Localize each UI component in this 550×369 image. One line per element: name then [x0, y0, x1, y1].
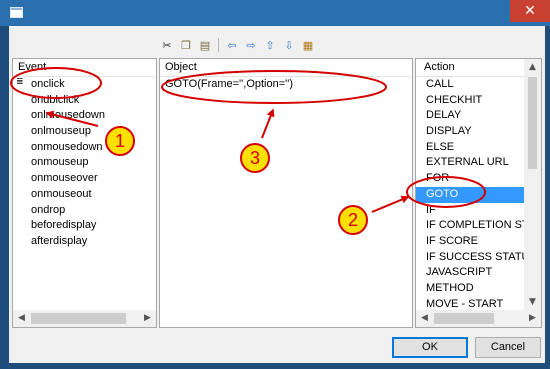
toolbar: ✂ ❐ ▤ ⇦ ⇨ ⇧ ⇩ ▦	[159, 36, 316, 54]
toolbar-separator	[218, 38, 219, 52]
action-item[interactable]: DELAY	[416, 108, 526, 124]
annotation-badge-3: 3	[240, 143, 270, 173]
copy-icon[interactable]: ❐	[178, 37, 194, 53]
event-item[interactable]: onlmousedown	[13, 108, 156, 124]
action-item[interactable]: ELSE	[416, 140, 526, 156]
event-item[interactable]: onmouseout	[13, 187, 156, 203]
arrow-right-icon[interactable]: ⇨	[243, 37, 259, 53]
action-vscrollbar[interactable]: ▲ ▼	[524, 59, 541, 311]
arrow-left-icon[interactable]: ⇦	[224, 37, 240, 53]
title-bar: ✕	[0, 0, 550, 26]
action-item[interactable]: JAVASCRIPT	[416, 265, 526, 281]
event-item[interactable]: onmouseup	[13, 155, 156, 171]
paste-icon[interactable]: ▤	[197, 37, 213, 53]
scroll-thumb[interactable]	[434, 313, 494, 324]
action-item[interactable]: IF SUCCESS STATUS	[416, 250, 537, 266]
scroll-right-icon[interactable]: ▶	[524, 310, 541, 327]
action-item[interactable]: CALL	[416, 77, 526, 93]
action-item[interactable]: FOR	[416, 171, 526, 187]
object-pane: Object GOTO(Frame='',Option='')	[159, 58, 413, 328]
action-pane-header: Action	[416, 59, 541, 77]
scroll-up-icon[interactable]: ▲	[524, 59, 541, 76]
scroll-left-icon[interactable]: ◀	[416, 310, 433, 327]
close-button[interactable]: ✕	[510, 0, 550, 22]
cut-icon[interactable]: ✂	[159, 37, 175, 53]
cancel-button[interactable]: Cancel	[475, 337, 541, 358]
action-item-selected[interactable]: GOTO	[416, 186, 526, 203]
annotation-badge-2: 2	[338, 205, 368, 235]
event-item[interactable]: ondblclick	[13, 93, 156, 109]
action-item[interactable]: IF COMPLETION STATUS	[416, 218, 541, 234]
action-item[interactable]: EXTERNAL URL	[416, 155, 526, 171]
annotation-badge-1: 1	[105, 126, 135, 156]
event-list-icon: ≣	[16, 77, 24, 87]
action-item[interactable]: IF SCORE	[416, 234, 526, 250]
event-item[interactable]: onclick	[13, 77, 156, 93]
action-pane: Action CALL CHECKHIT DELAY DISPLAY ELSE …	[415, 58, 542, 328]
event-pane-header: Event	[13, 59, 156, 77]
event-item[interactable]: onmouseover	[13, 171, 156, 187]
properties-icon[interactable]: ▦	[300, 37, 316, 53]
scroll-thumb[interactable]	[528, 77, 537, 169]
scroll-left-icon[interactable]: ◀	[13, 310, 30, 327]
event-pane: Event ≣ onclick ondblclick onlmousedown …	[12, 58, 157, 328]
event-item[interactable]: afterdisplay	[13, 234, 156, 250]
scroll-right-icon[interactable]: ▶	[139, 310, 156, 327]
dialog-client-area: ✂ ❐ ▤ ⇦ ⇨ ⇧ ⇩ ▦ Event ≣ onclick ondblcli…	[9, 26, 545, 363]
action-item[interactable]: CHECKHIT	[416, 93, 526, 109]
event-hscrollbar[interactable]: ◀ ▶	[13, 310, 156, 327]
action-item[interactable]: METHOD	[416, 281, 526, 297]
object-pane-header: Object	[160, 59, 412, 77]
arrow-up-icon[interactable]: ⇧	[262, 37, 278, 53]
ok-button[interactable]: OK	[392, 337, 468, 358]
event-item[interactable]: ondrop	[13, 203, 156, 219]
arrow-down-icon[interactable]: ⇩	[281, 37, 297, 53]
action-item[interactable]: IF	[416, 203, 526, 219]
action-hscrollbar[interactable]: ◀ ▶	[416, 310, 541, 327]
object-value[interactable]: GOTO(Frame='',Option='')	[160, 77, 412, 93]
action-item[interactable]: DISPLAY	[416, 124, 526, 140]
window-icon	[10, 7, 23, 18]
scroll-thumb[interactable]	[31, 313, 126, 324]
event-item[interactable]: beforedisplay	[13, 218, 156, 234]
scroll-down-icon[interactable]: ▼	[524, 294, 541, 311]
